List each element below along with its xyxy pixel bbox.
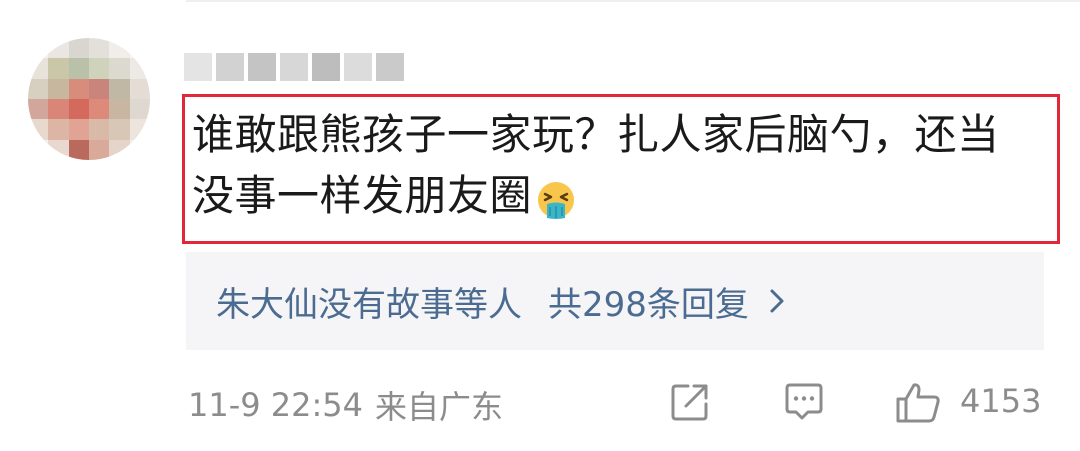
avatar[interactable] (28, 38, 150, 160)
username-obscured[interactable] (184, 50, 404, 84)
vomiting-face-emoji-icon (536, 175, 576, 219)
chevron-right-icon (770, 289, 784, 313)
thumbs-up-icon[interactable] (894, 380, 942, 424)
comment-line-1: 谁敢跟熊孩子一家玩？扎人家后脑勺，还当 (192, 110, 1000, 159)
comment-meta: 11-9 22:54 来自广东 (188, 382, 503, 428)
comment-text: 谁敢跟熊孩子一家玩？扎人家后脑勺，还当 没事一样发朋友圈 (192, 104, 1052, 226)
share-icon[interactable] (668, 380, 712, 424)
top-divider (186, 0, 1080, 2)
reply-names[interactable]: 朱大仙没有故事等人 (216, 277, 522, 326)
comment-location: 来自广东 (375, 388, 504, 426)
comment-line-2-text: 没事一样发朋友圈 (192, 171, 533, 220)
reply-summary[interactable]: 朱大仙没有故事等人 共298条回复 (216, 276, 787, 326)
comment-line-2: 没事一样发朋友圈 (192, 165, 1052, 226)
comment-time: 11-9 22:54 (188, 386, 364, 424)
reply-count[interactable]: 共298条回复 (548, 277, 749, 326)
comment-icon[interactable] (782, 380, 826, 424)
like-count: 4153 (960, 382, 1042, 420)
